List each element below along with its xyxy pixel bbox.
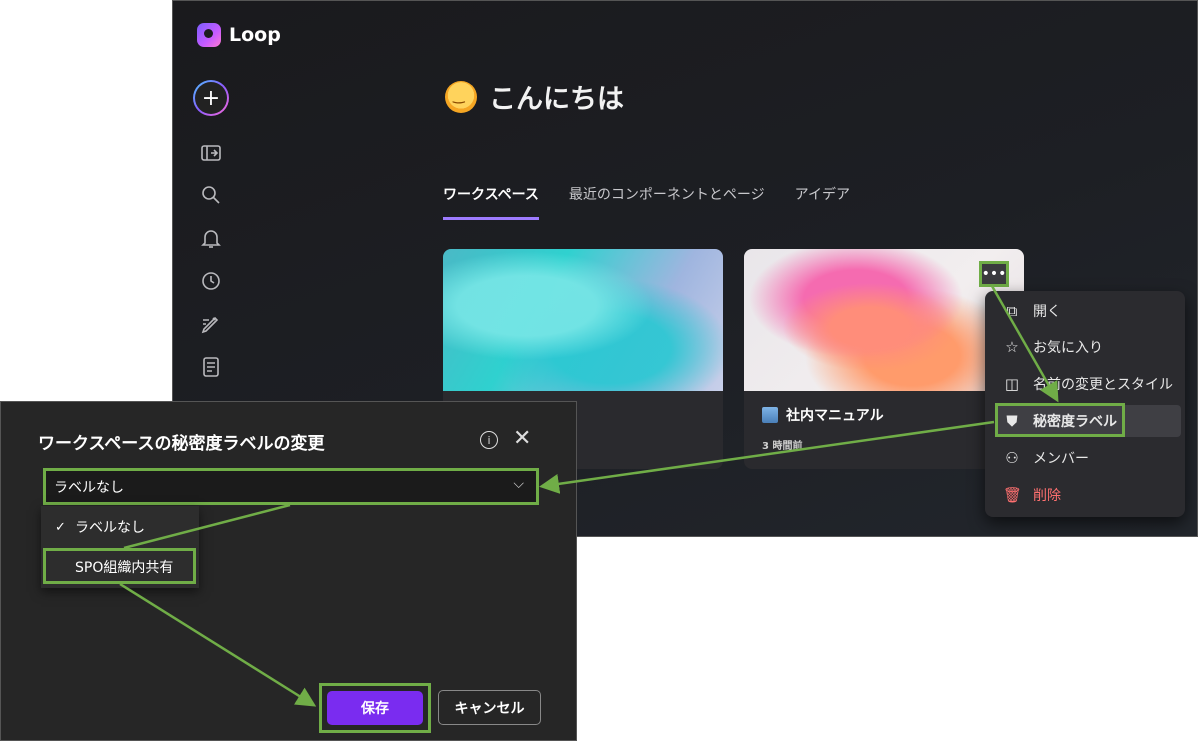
checkmark-icon: ✓ bbox=[55, 519, 66, 535]
panel-icon[interactable] bbox=[199, 141, 223, 165]
menu-item-label: 削除 bbox=[1033, 488, 1061, 504]
tab-recent-components[interactable]: 最近のコンポーネントとページ bbox=[569, 184, 765, 220]
app-name: Loop bbox=[229, 24, 281, 46]
menu-item-label: お気に入り bbox=[1033, 340, 1103, 356]
label-select-value: ラベルなし bbox=[54, 479, 124, 496]
trash-icon: 🗑 bbox=[1003, 486, 1023, 504]
option-no-label[interactable]: ✓ ラベルなし bbox=[41, 510, 199, 544]
menu-item-label: 開く bbox=[1033, 304, 1061, 320]
search-icon[interactable] bbox=[199, 183, 223, 207]
close-icon[interactable]: ✕ bbox=[513, 426, 531, 451]
app-logo[interactable]: Loop bbox=[197, 23, 281, 47]
clock-icon[interactable] bbox=[199, 269, 223, 293]
workspace-timestamp: 3 時間前 bbox=[762, 441, 803, 452]
loop-logo-icon bbox=[197, 23, 221, 47]
workspace-title: 社内マニュアル bbox=[762, 405, 884, 425]
building-icon bbox=[762, 407, 778, 423]
smiling-sun-icon bbox=[445, 80, 477, 113]
menu-item-favorite[interactable]: ☆ お気に入り bbox=[995, 331, 1175, 363]
tab-ideas[interactable]: アイデア bbox=[795, 184, 850, 220]
menu-item-label: メンバー bbox=[1033, 451, 1089, 467]
greeting-text: こんにちは bbox=[489, 84, 624, 115]
pen-icon[interactable] bbox=[199, 312, 223, 336]
menu-item-members[interactable]: ⚇ メンバー bbox=[995, 442, 1175, 474]
people-icon: ⚇ bbox=[1005, 449, 1019, 467]
dialog-title: ワークスペースの秘密度ラベルの変更 bbox=[38, 434, 325, 454]
open-icon: ⧉ bbox=[1006, 302, 1018, 320]
menu-item-open[interactable]: ⧉ 開く bbox=[995, 295, 1175, 327]
bell-icon[interactable] bbox=[199, 226, 223, 250]
tab-workspaces[interactable]: ワークスペース bbox=[443, 184, 539, 220]
info-icon[interactable]: i bbox=[480, 431, 498, 449]
highlight-box-sensitivity bbox=[995, 403, 1125, 437]
greeting: こんにちは bbox=[445, 77, 624, 116]
plus-icon: + bbox=[201, 85, 221, 111]
menu-item-label: 名前の変更とスタイル bbox=[1033, 377, 1173, 393]
cancel-button[interactable]: キャンセル bbox=[438, 690, 541, 725]
save-button-highlight: 保存 bbox=[319, 683, 431, 733]
menu-item-rename[interactable]: ◫ 名前の変更とスタイル bbox=[995, 368, 1175, 400]
menu-item-delete[interactable]: 🗑 削除 bbox=[995, 479, 1175, 511]
more-options-button[interactable]: ••• bbox=[979, 261, 1009, 287]
workspace-title-text: 社内マニュアル bbox=[786, 408, 884, 424]
label-select[interactable]: ラベルなし ⌵ bbox=[43, 468, 539, 505]
star-icon: ☆ bbox=[1005, 338, 1019, 356]
new-button[interactable]: + bbox=[193, 80, 229, 116]
option-label: ラベルなし bbox=[75, 520, 145, 536]
highlight-box-option bbox=[43, 548, 196, 584]
rename-icon: ◫ bbox=[1004, 375, 1020, 393]
document-icon[interactable] bbox=[199, 355, 223, 379]
ellipsis-icon: ••• bbox=[981, 266, 1007, 282]
chevron-down-icon: ⌵ bbox=[513, 476, 524, 492]
tab-bar: ワークスペース 最近のコンポーネントとページ アイデア bbox=[443, 184, 850, 220]
workspace-cover-image bbox=[443, 249, 723, 391]
save-button[interactable]: 保存 bbox=[327, 691, 423, 725]
